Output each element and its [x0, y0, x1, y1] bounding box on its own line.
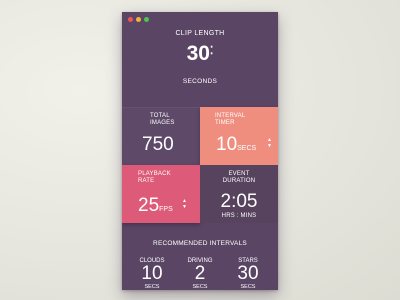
clip-length-stepper-icon[interactable]: ⁚ [210, 45, 214, 57]
recommended-item-value: 10 [141, 263, 163, 284]
triangle-down-icon[interactable]: ▼ [267, 143, 272, 149]
recommended-item-clouds[interactable]: CLOUDS 10 SECS [132, 258, 172, 290]
playback-rate-unit: FPS [159, 206, 173, 213]
interval-timer-tile[interactable]: INTERVAL TIMER 10SECS ▲ ▼ [200, 107, 278, 165]
clip-length-section: CLIP LENGTH 30⁚ SECONDS [122, 12, 278, 100]
recommended-item-driving[interactable]: DRIVING 2 SECS [180, 258, 220, 290]
triangle-down-icon[interactable]: ▼ [182, 204, 187, 210]
recommended-item-unit: SECS [144, 284, 160, 290]
recommended-item-value: 30 [237, 263, 259, 284]
event-duration-label: EVENT DURATION [222, 171, 256, 184]
total-images-value: 750 [142, 134, 174, 155]
clip-length-label: CLIP LENGTH [175, 30, 225, 37]
clip-length-unit: SECONDS [182, 78, 218, 85]
playback-rate-label: PLAYBACK RATE [138, 171, 171, 184]
event-duration-unit: HRS : MINS [221, 213, 257, 219]
playback-rate-stepper[interactable]: ▲ ▼ [182, 198, 187, 210]
recommended-item-value: 2 [194, 263, 206, 284]
interval-timer-unit: SECS [237, 145, 257, 152]
clip-length-number: 30 [186, 42, 210, 65]
interval-timer-value[interactable]: 10SECS [216, 134, 256, 156]
recommended-item-unit: SECS [240, 284, 256, 290]
recommended-item-stars[interactable]: STARS 30 SECS [228, 258, 268, 290]
recommended-intervals-title: RECOMMENDED INTERVALS [153, 240, 247, 247]
playback-rate-tile[interactable]: PLAYBACK RATE 25FPS ▲ ▼ [122, 165, 200, 223]
total-images-tile: TOTAL IMAGES 750 [122, 107, 200, 165]
playback-rate-value[interactable]: 25FPS [138, 195, 173, 217]
clip-length-value[interactable]: 30⁚ [122, 42, 278, 66]
event-duration-tile: EVENT DURATION 2:05 HRS : MINS [200, 165, 278, 223]
total-images-label: TOTAL IMAGES [150, 113, 175, 126]
timelapse-calculator-window: CLIP LENGTH 30⁚ SECONDS TOTAL IMAGES 750… [122, 12, 278, 290]
recommended-intervals-section: RECOMMENDED INTERVALS CLOUDS 10 SECS DRI… [122, 228, 278, 290]
interval-timer-stepper[interactable]: ▲ ▼ [267, 137, 272, 149]
recommended-item-unit: SECS [192, 284, 208, 290]
interval-timer-label: INTERVAL TIMER [215, 113, 246, 126]
event-duration-value: 2:05 [220, 191, 258, 212]
